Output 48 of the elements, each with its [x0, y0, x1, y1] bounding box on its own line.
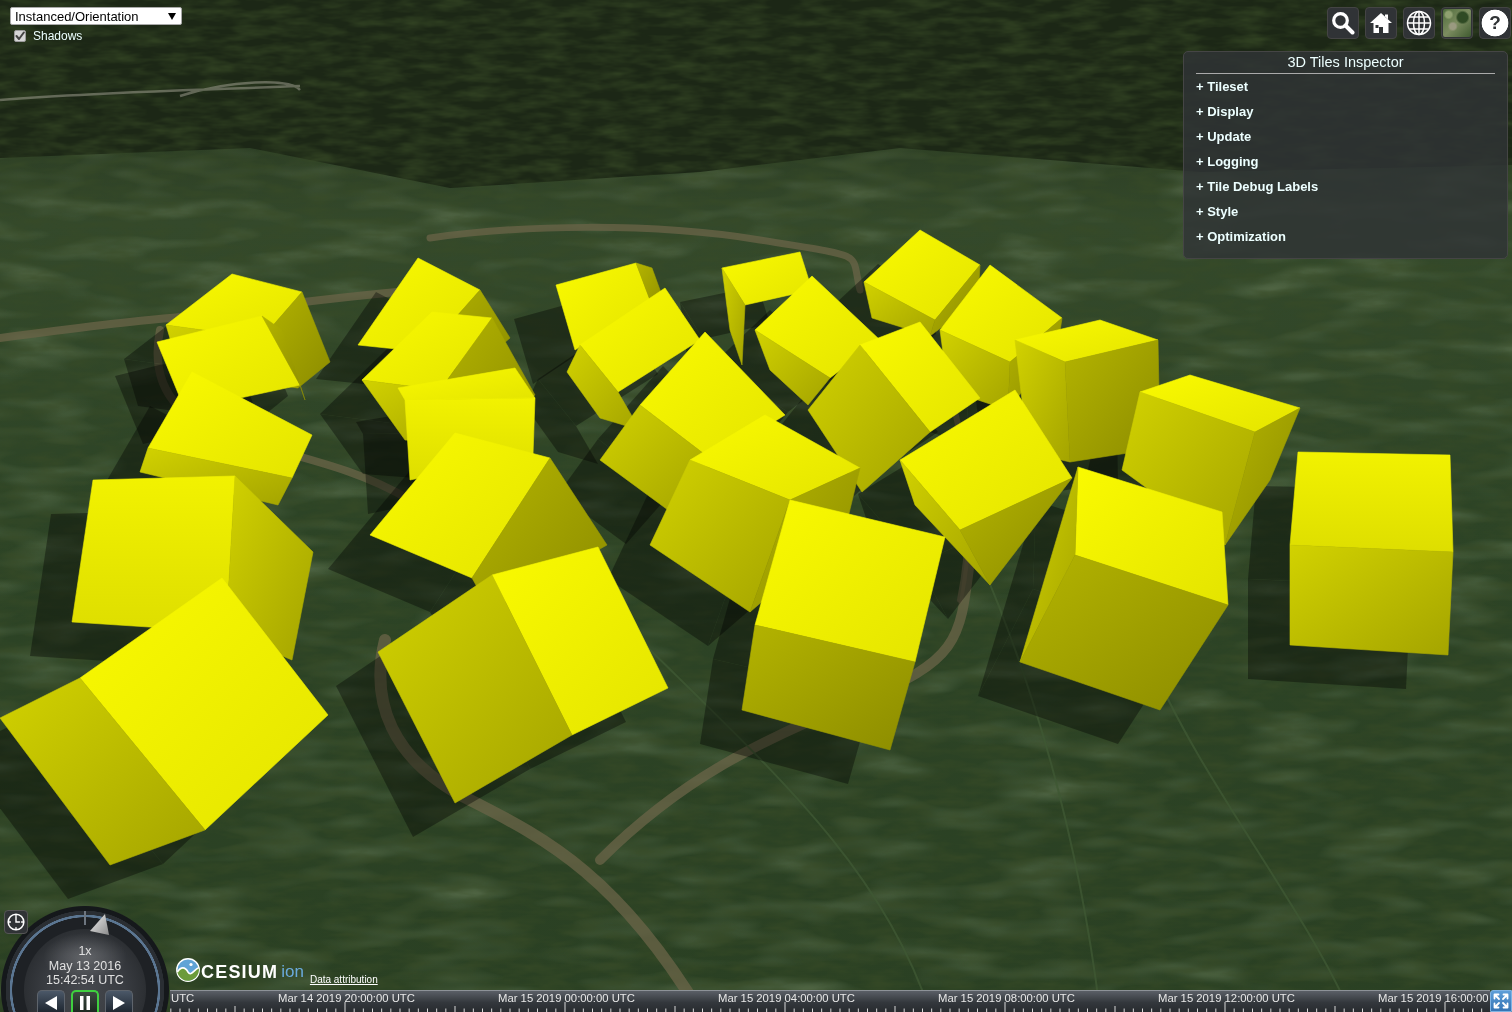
logo-suffix: ion	[281, 962, 304, 982]
house-icon	[1369, 11, 1393, 35]
expand-arrows-icon	[1493, 993, 1509, 1009]
reverse-icon	[45, 996, 57, 1010]
section-header[interactable]: + Display	[1196, 99, 1254, 124]
date-label: May 13 2016	[48, 958, 122, 973]
panel-title: 3D Tiles Inspector	[1196, 53, 1495, 74]
checkbox[interactable]	[14, 30, 26, 42]
reverse-button[interactable]	[37, 990, 65, 1012]
fullscreen-button[interactable]	[1490, 990, 1512, 1012]
pause-icon	[79, 996, 91, 1010]
timeline-label: Mar 15 2019 00:00:00 UTC	[498, 992, 635, 1005]
section-header[interactable]: + Optimization	[1196, 224, 1286, 249]
timeline-label: Mar 14 2019 20:00:00 UTC	[278, 992, 415, 1005]
clock-icon	[7, 913, 25, 931]
logo-text: CESIUM	[201, 962, 279, 982]
clock-button[interactable]	[4, 910, 28, 934]
play-icon	[113, 996, 125, 1010]
section-header[interactable]: + Style	[1196, 199, 1239, 224]
timeline-label: Mar 15 2019 04:00:00 UTC	[718, 992, 855, 1005]
time-label: 15:42:54 UTC	[46, 973, 124, 988]
section-header[interactable]: + Tileset	[1196, 74, 1249, 99]
map-thumbnail-icon	[1443, 9, 1471, 37]
checkmark-icon	[15, 31, 25, 41]
timeline-bar[interactable]: UTC Mar 14 2019 20:00:00 UTC Mar 15 2019 00:00:00 UTC Mar 15 2019 04:00:00 UTC Mar 15 2019 08:00:00 UTC Mar 15 2019 12:00:00 UTC Mar 15 2019 16:00:00	[170, 990, 1490, 1012]
timeline-label: Mar 15 2019 12:00:00 UTC	[1158, 992, 1295, 1005]
search-icon	[1331, 11, 1355, 35]
home-button[interactable]	[1365, 7, 1397, 39]
caret-icon	[168, 12, 176, 20]
data-attribution-link[interactable]: Data attribution	[309, 974, 378, 986]
section-header[interactable]: + Tile Debug Labels	[1196, 174, 1319, 199]
imagery-button[interactable]	[1441, 7, 1473, 39]
shuttle-knob[interactable]	[90, 914, 109, 935]
timeline-label: Mar 15 2019 16:00:00	[1378, 992, 1489, 1005]
help-button[interactable]: ?	[1479, 7, 1511, 39]
timeline-label: UTC	[171, 992, 195, 1005]
search-button[interactable]	[1327, 7, 1359, 39]
scene-dropdown[interactable]: Instanced/Orientation	[10, 7, 182, 25]
globe-button[interactable]	[1403, 7, 1435, 39]
pause-button[interactable]	[71, 990, 99, 1012]
play-button[interactable]	[105, 990, 133, 1012]
section-header[interactable]: + Update	[1196, 124, 1252, 149]
speed-label: 1x	[78, 944, 92, 959]
checkbox-label: Shadows	[33, 29, 83, 43]
globe-icon	[1406, 10, 1432, 36]
logo-icon	[176, 958, 200, 982]
section-header[interactable]: + Logging	[1196, 149, 1259, 174]
timeline-label: Mar 15 2019 08:00:00 UTC	[938, 992, 1075, 1005]
